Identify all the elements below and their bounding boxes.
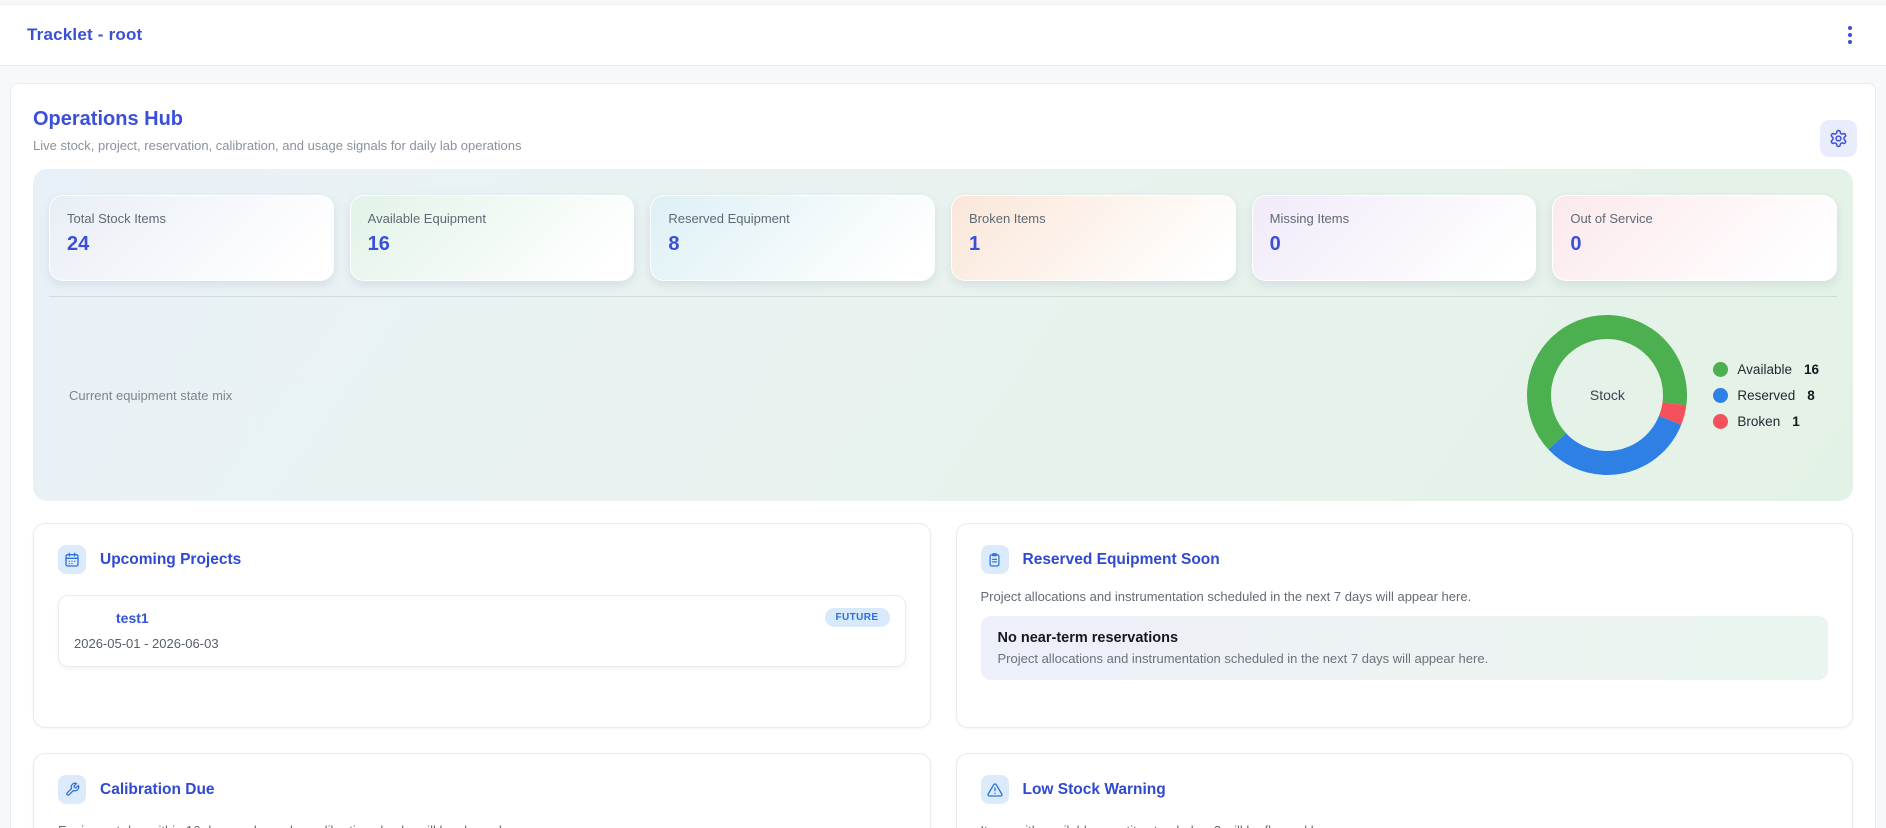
stat-label: Out of Service xyxy=(1570,211,1653,226)
stats-banner: Total Stock Items 24 Available Equipment… xyxy=(33,169,1853,501)
empty-state-title: No near-term reservations xyxy=(997,630,1179,646)
legend-item-available: Available 16 xyxy=(1713,361,1819,377)
chart-caption: Current equipment state mix xyxy=(69,387,233,403)
legend-swatch xyxy=(1713,413,1729,429)
stat-reserved-equipment: Reserved Equipment 8 xyxy=(650,195,935,281)
stat-total-stock: Total Stock Items 24 xyxy=(49,195,334,281)
hub-header: Operations Hub Live stock, project, rese… xyxy=(23,108,1863,157)
stat-value: 8 xyxy=(668,233,680,255)
stat-label: Missing Items xyxy=(1269,211,1350,226)
project-name-link[interactable]: test1 xyxy=(116,610,149,626)
project-list-item[interactable]: test1 FUTURE 2026-05-01 - 2026-06-03 xyxy=(58,595,906,667)
stat-broken-items: Broken Items 1 xyxy=(950,195,1236,281)
legend-label: Reserved xyxy=(1737,387,1796,403)
section-title: Upcoming Projects xyxy=(100,550,242,568)
empty-state: No near-term reservations Project alloca… xyxy=(980,616,1828,680)
stat-missing-items: Missing Items 0 xyxy=(1251,195,1537,281)
stat-label: Broken Items xyxy=(968,211,1046,226)
calibration-due-card: Calibration Due Equipment due within 16 … xyxy=(33,753,931,828)
section-subtitle: Project allocations and instrumentation … xyxy=(980,589,1472,604)
status-badge: FUTURE xyxy=(824,608,890,627)
stat-label: Total Stock Items xyxy=(67,211,166,226)
operations-hub-card: Operations Hub Live stock, project, rese… xyxy=(10,83,1876,828)
app-header: Tracklet - root xyxy=(0,4,1886,66)
reserved-equipment-soon-card: Reserved Equipment Soon Project allocati… xyxy=(955,523,1853,728)
stat-value: 24 xyxy=(67,233,90,255)
legend-label: Available xyxy=(1737,361,1792,377)
stat-label: Reserved Equipment xyxy=(668,211,790,226)
low-stock-warning-card: Low Stock Warning Items with available q… xyxy=(955,753,1853,828)
stats-row: Total Stock Items 24 Available Equipment… xyxy=(49,195,1837,281)
section-title: Low Stock Warning xyxy=(1022,780,1166,798)
calendar-icon xyxy=(58,545,86,574)
section-subtitle: Equipment due within 16 days and overdue… xyxy=(58,823,906,828)
kebab-menu-icon[interactable] xyxy=(1844,22,1856,48)
page-title: Operations Hub xyxy=(33,108,184,130)
legend-item-reserved: Reserved 8 xyxy=(1713,387,1819,403)
section-subtitle: Items with available quantity at or belo… xyxy=(981,823,1829,828)
legend-value: 1 xyxy=(1792,413,1800,429)
legend-swatch xyxy=(1713,361,1729,377)
stat-label: Available Equipment xyxy=(367,211,486,226)
chart-row: Current equipment state mix Stock Availa… xyxy=(49,297,1837,493)
stat-value: 16 xyxy=(367,233,390,255)
legend-item-broken: Broken 1 xyxy=(1713,413,1819,429)
app-title: Tracklet - root xyxy=(27,25,143,44)
warning-icon xyxy=(980,775,1009,804)
gear-icon xyxy=(1829,129,1848,148)
legend-value: 16 xyxy=(1803,361,1819,377)
donut-center-label: Stock xyxy=(1589,387,1625,403)
page-subtitle: Live stock, project, reservation, calibr… xyxy=(33,138,522,153)
settings-button[interactable] xyxy=(1820,120,1857,157)
wrench-icon xyxy=(58,775,86,804)
legend-swatch xyxy=(1713,387,1729,403)
empty-state-text: Project allocations and instrumentation … xyxy=(997,651,1489,666)
stat-value: 1 xyxy=(968,233,981,255)
stock-donut-chart: Stock xyxy=(1527,315,1688,475)
upcoming-projects-card: Upcoming Projects test1 FUTURE 2026-05-0… xyxy=(33,523,931,728)
stat-value: 0 xyxy=(1570,233,1582,255)
legend-label: Broken xyxy=(1737,413,1781,429)
section-title: Calibration Due xyxy=(100,780,215,798)
clipboard-icon xyxy=(980,545,1009,574)
chart-legend: Available 16 Reserved 8 Broken 1 xyxy=(1713,361,1819,429)
project-date-range: 2026-05-01 - 2026-06-03 xyxy=(74,636,219,651)
stat-out-of-service: Out of Service 0 xyxy=(1552,195,1837,281)
stat-available-equipment: Available Equipment 16 xyxy=(349,195,635,281)
legend-value: 8 xyxy=(1807,387,1815,403)
section-title: Reserved Equipment Soon xyxy=(1022,550,1220,568)
stat-value: 0 xyxy=(1269,233,1281,255)
